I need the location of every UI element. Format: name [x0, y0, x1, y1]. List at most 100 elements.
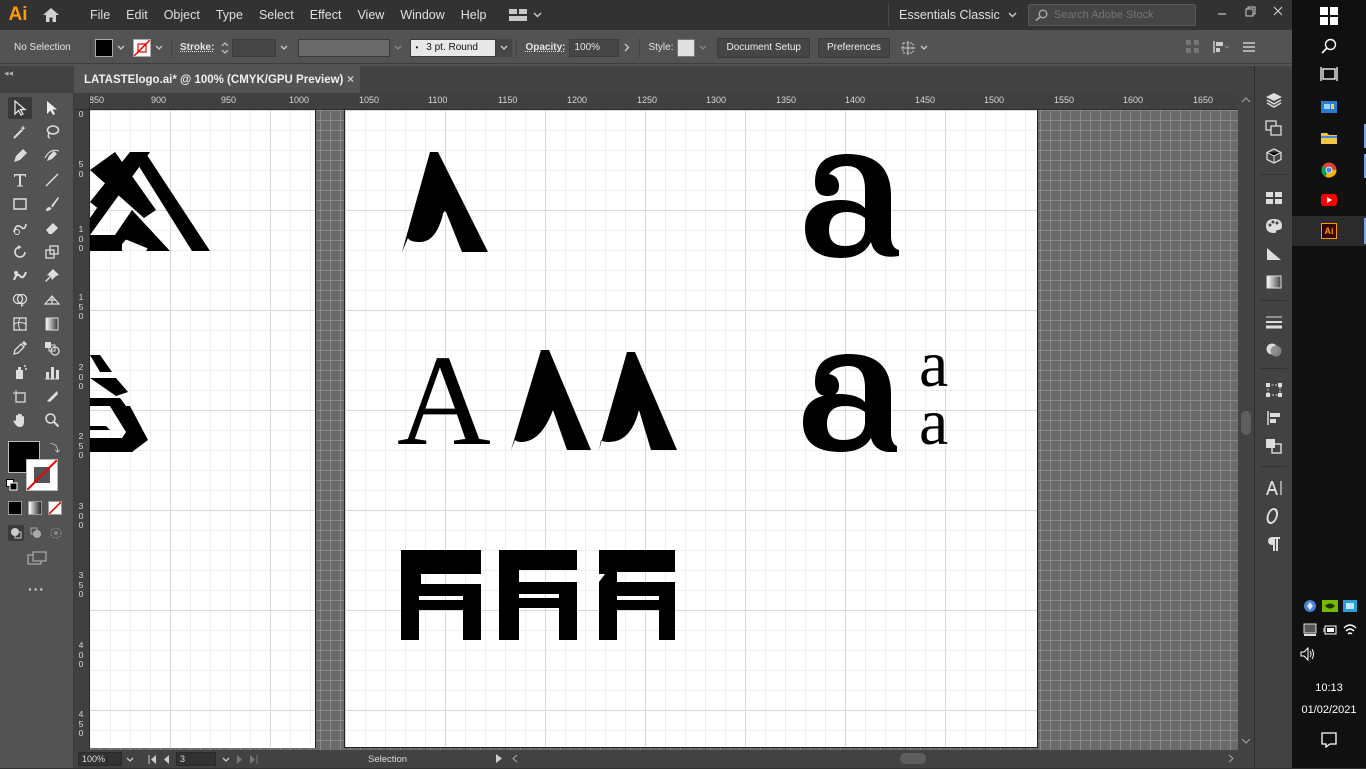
menu-edit[interactable]: Edit: [118, 0, 156, 30]
hand-tool[interactable]: [8, 409, 32, 431]
stroke-weight-input[interactable]: [232, 38, 277, 57]
menu-object[interactable]: Object: [156, 0, 208, 30]
letter-a-lowercase-1[interactable]: [801, 150, 901, 260]
tray-battery-icon[interactable]: [1322, 622, 1338, 638]
taskbar-app-chrome[interactable]: [1316, 158, 1342, 182]
align-panel-button[interactable]: [1263, 408, 1285, 428]
fill-dropdown[interactable]: [113, 38, 129, 58]
letter-a-serif[interactable]: A: [397, 336, 491, 466]
opacity-input[interactable]: 100%: [569, 38, 620, 57]
gradient-tool[interactable]: [40, 313, 64, 335]
shape-builder-tool[interactable]: [8, 289, 32, 311]
stroke-dropdown[interactable]: [151, 38, 167, 58]
screen-mode-button[interactable]: [26, 549, 48, 567]
color-mode-button[interactable]: [8, 501, 22, 515]
close-window-button[interactable]: [1264, 0, 1292, 22]
home-button[interactable]: [36, 0, 66, 30]
logo-lines-artwork[interactable]: [90, 110, 316, 748]
first-artboard-icon[interactable]: [148, 754, 157, 764]
zoom-dropdown[interactable]: [122, 749, 138, 769]
opacity-expand[interactable]: [619, 38, 635, 58]
close-document-icon[interactable]: ×: [347, 72, 354, 86]
eraser-tool[interactable]: [40, 217, 64, 239]
warp-tool[interactable]: [8, 265, 32, 287]
artboards-panel-button[interactable]: [1263, 118, 1285, 138]
puppet-warp-tool[interactable]: [40, 265, 64, 287]
brush-dropdown[interactable]: [496, 38, 513, 57]
tool-status[interactable]: Selection: [368, 754, 407, 765]
scroll-down-icon[interactable]: [1241, 738, 1251, 744]
taskbar-app-file-explorer[interactable]: [1316, 126, 1342, 150]
menu-help[interactable]: Help: [453, 0, 495, 30]
vertical-ruler[interactable]: 0 5 0 1 0 0 1 5 0 2 0 0 2 5 0 3 0 0 3 5 …: [74, 110, 90, 750]
column-graph-tool[interactable]: [40, 361, 64, 383]
letter-a-stencil-2[interactable]: [511, 348, 591, 452]
vertical-scroll-thumb[interactable]: [1241, 411, 1251, 435]
stock-search-box[interactable]: [1028, 4, 1196, 26]
tray-nvidia-icon[interactable]: [1322, 598, 1338, 614]
default-fill-stroke-icon[interactable]: [6, 479, 18, 491]
stock-search-input[interactable]: [1054, 9, 1194, 21]
tray-network-app-icon[interactable]: [1342, 598, 1358, 614]
menu-effect[interactable]: Effect: [302, 0, 350, 30]
shaper-tool[interactable]: [8, 217, 32, 239]
scroll-left-icon[interactable]: [512, 754, 518, 763]
vertical-scrollbar[interactable]: [1238, 93, 1254, 750]
menu-type[interactable]: Type: [208, 0, 251, 30]
menu-file[interactable]: File: [82, 0, 118, 30]
align-grid-icon[interactable]: [1186, 40, 1200, 54]
stroke-weight-stepper[interactable]: [218, 38, 232, 58]
letter-a-stencil-1[interactable]: [400, 150, 490, 260]
layers-panel-button[interactable]: [1263, 90, 1285, 110]
blend-tool[interactable]: [40, 337, 64, 359]
line-segment-tool[interactable]: [40, 169, 64, 191]
minimize-button[interactable]: [1208, 0, 1236, 22]
transparency-panel-button[interactable]: [1263, 340, 1285, 360]
swatches-panel-button[interactable]: [1263, 188, 1285, 208]
tray-wifi-icon[interactable]: [1342, 622, 1358, 638]
letter-a-stencil-3[interactable]: [599, 350, 679, 454]
type-tool[interactable]: [8, 169, 32, 191]
symbol-sprayer-tool[interactable]: [8, 361, 32, 383]
panel-menu-icon[interactable]: [1242, 41, 1256, 53]
stroke-panel-button[interactable]: [1263, 312, 1285, 332]
direct-selection-tool[interactable]: [40, 97, 64, 119]
workspace-switcher[interactable]: Essentials Classic: [888, 4, 1027, 26]
previous-artboard-icon[interactable]: [163, 754, 170, 764]
gradient-panel-button[interactable]: [1263, 272, 1285, 292]
action-center-button[interactable]: [1316, 728, 1342, 752]
fill-swatch[interactable]: [95, 38, 113, 57]
color-panel-button[interactable]: [1263, 216, 1285, 236]
transform-panel-button[interactable]: [1263, 380, 1285, 400]
tray-volume-icon[interactable]: [1300, 646, 1316, 662]
artboard-2[interactable]: A a a: [344, 110, 1038, 748]
variable-width-profile[interactable]: [298, 38, 391, 57]
gradient-mode-button[interactable]: [28, 501, 42, 515]
opentype-panel-button[interactable]: [1263, 506, 1285, 526]
graphic-style-dropdown[interactable]: [695, 38, 711, 58]
brush-definition[interactable]: • 3 pt. Round: [410, 38, 497, 57]
horizontal-scroll-thumb[interactable]: [900, 753, 926, 764]
status-menu-arrow-icon[interactable]: [496, 754, 502, 763]
zoom-tool[interactable]: [40, 409, 64, 431]
document-setup-button[interactable]: Document Setup: [717, 37, 810, 58]
arrange-documents-button[interactable]: [508, 9, 542, 21]
rotate-tool[interactable]: [8, 241, 32, 263]
tray-display-icon[interactable]: [1302, 622, 1318, 638]
preferences-button[interactable]: Preferences: [817, 37, 890, 58]
zoom-field[interactable]: 100%: [78, 752, 122, 766]
menu-window[interactable]: Window: [392, 0, 452, 30]
horizontal-ruler[interactable]: 850 900 950 1000 1050 1100 1150 1200 125…: [90, 93, 1238, 110]
taskbar-app-youtube[interactable]: [1316, 188, 1342, 212]
letter-a-small-serif-2[interactable]: a: [919, 390, 948, 456]
curvature-tool[interactable]: [40, 145, 64, 167]
system-clock[interactable]: 10:13 01/02/2021: [1292, 680, 1366, 718]
letter-a-lowercase-2[interactable]: [799, 352, 899, 452]
draw-behind-button[interactable]: [28, 525, 44, 541]
restore-button[interactable]: [1236, 0, 1264, 22]
document-tab[interactable]: LATASTElogo.ai* @ 100% (CMYK/GPU Preview…: [74, 66, 360, 93]
edit-toolbar-icon[interactable]: ···: [28, 581, 45, 597]
tray-vpn-icon[interactable]: [1302, 598, 1318, 614]
libraries-panel-button[interactable]: [1263, 146, 1285, 166]
menu-select[interactable]: Select: [251, 0, 302, 30]
